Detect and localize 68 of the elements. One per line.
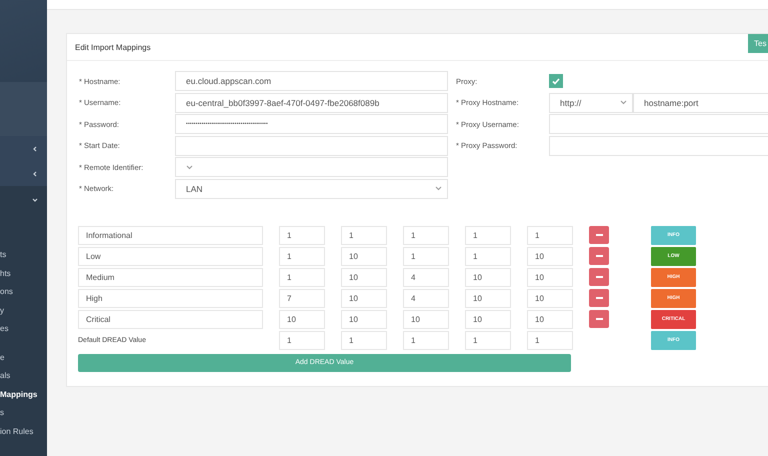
- input-field[interactable]: 1: [403, 246, 449, 266]
- sidebar-item[interactable]: e: [0, 350, 4, 364]
- sidebar-item[interactable]: hts: [0, 266, 11, 280]
- caret-icon: [620, 100, 627, 105]
- chevron-left-icon[interactable]: [32, 170, 38, 176]
- input-field[interactable]: 10: [465, 268, 511, 286]
- input-field[interactable]: 1: [527, 330, 573, 350]
- remove-button[interactable]: [589, 247, 609, 265]
- input-field[interactable]: 1: [341, 226, 387, 244]
- remove-button[interactable]: [589, 226, 609, 244]
- input-field[interactable]: 10: [465, 288, 511, 308]
- sidebar-item[interactable]: ts: [0, 248, 6, 262]
- chevron-left-icon[interactable]: [32, 146, 38, 152]
- input-field[interactable]: Informational: [78, 226, 263, 244]
- input-field[interactable]: Low: [78, 246, 263, 266]
- sidebar-item[interactable]: es: [0, 322, 8, 336]
- input-field[interactable]: High: [78, 288, 263, 308]
- input-field[interactable]: Medium: [78, 268, 263, 286]
- input-field[interactable]: 10: [527, 246, 573, 266]
- input-field[interactable]: 4: [403, 288, 449, 308]
- input-field[interactable]: eu.cloud.appscan.com: [175, 71, 448, 91]
- remove-button[interactable]: [589, 289, 609, 307]
- card-title: Edit Import Mappings: [75, 42, 151, 52]
- input-field[interactable]: 1: [341, 330, 387, 350]
- input-field[interactable]: 10: [341, 288, 387, 308]
- input-field[interactable]: eu-central_bb0f3997-8aef-470f-0497-fbe2068f089b: [175, 92, 448, 112]
- input-field[interactable]: 1: [279, 268, 325, 286]
- select-field[interactable]: LAN: [175, 178, 448, 198]
- input-field[interactable]: 10: [341, 246, 387, 266]
- input-field[interactable]: [549, 114, 768, 134]
- chevron-down-icon[interactable]: [32, 197, 38, 203]
- input-field[interactable]: hostname:port: [633, 92, 768, 112]
- sidebar-item[interactable]: ons: [0, 285, 13, 298]
- input-field[interactable]: 1: [527, 226, 573, 244]
- input-field[interactable]: 10: [279, 310, 325, 328]
- checkmark-icon: [552, 78, 560, 84]
- input-field[interactable]: 1: [403, 330, 449, 350]
- input-field[interactable]: 10: [465, 310, 511, 328]
- input-field[interactable]: [175, 136, 448, 156]
- sidebar-item[interactable]: ion Rules: [0, 424, 34, 438]
- sidebar-item[interactable]: als: [0, 369, 10, 382]
- input-field[interactable]: 10: [403, 310, 449, 328]
- remove-button[interactable]: [589, 268, 609, 286]
- input-field[interactable]: 10: [341, 310, 387, 328]
- input-field[interactable]: 1: [279, 226, 325, 244]
- input-field[interactable]: [549, 136, 768, 156]
- input-field[interactable]: Critical: [78, 310, 263, 328]
- sidebar-item[interactable]: s: [0, 406, 4, 420]
- sidebar-item[interactable]: y: [0, 304, 4, 317]
- sidebar-item[interactable]: Mappings: [0, 388, 38, 401]
- proxy-checkbox[interactable]: [549, 74, 563, 88]
- caret-icon: [186, 164, 193, 170]
- input-field[interactable]: 7: [279, 288, 325, 308]
- input-field[interactable]: 1: [465, 330, 511, 350]
- remove-button[interactable]: [589, 310, 609, 328]
- input-field[interactable]: 1: [279, 246, 325, 266]
- input-field[interactable]: 4: [403, 268, 449, 286]
- scheme-select[interactable]: http://: [549, 92, 633, 112]
- input-field[interactable]: 10: [527, 268, 573, 286]
- caret-icon: [435, 186, 442, 191]
- input-field[interactable]: 10: [527, 310, 573, 328]
- select-field[interactable]: [175, 157, 448, 177]
- input-field[interactable]: 1: [403, 226, 449, 244]
- input-field[interactable]: 1: [279, 330, 325, 350]
- input-field[interactable]: 10: [527, 288, 573, 308]
- input-field[interactable]: 10: [341, 268, 387, 286]
- input-field[interactable]: 1: [465, 246, 511, 266]
- input-field[interactable]: 1: [465, 226, 511, 244]
